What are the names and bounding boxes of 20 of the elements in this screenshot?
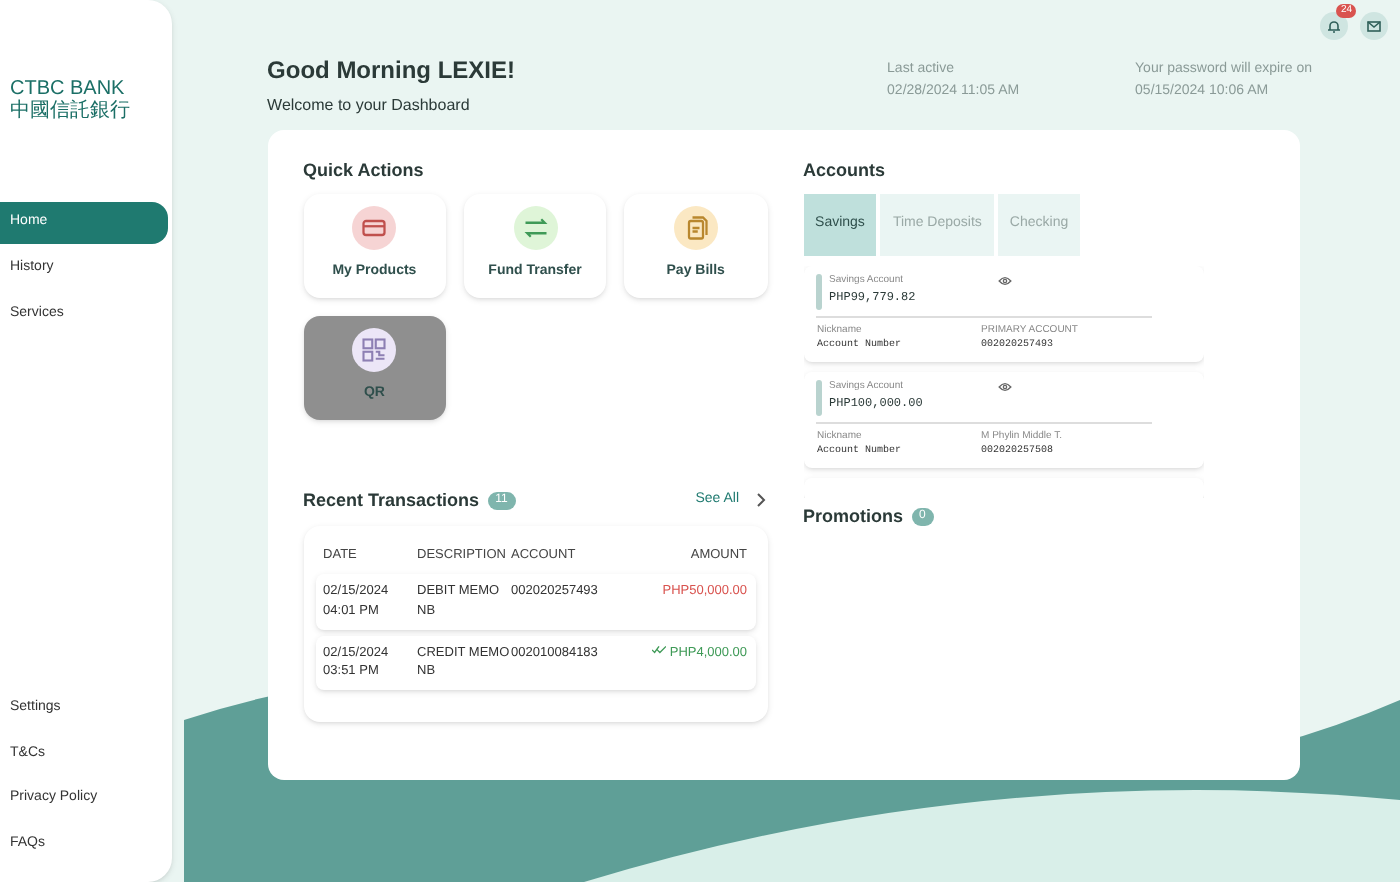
double-check-icon [651,643,666,653]
accent-bar [815,379,822,415]
bell-icon [1326,18,1342,34]
section-title: Accounts [803,158,888,184]
eye-icon[interactable] [997,381,1012,391]
logo-subtext: 中國信託銀行 [10,100,132,125]
welcome-text: Welcome to your Dashboard [267,94,472,118]
eye-icon[interactable] [997,275,1012,285]
transfer-arrows-icon [521,214,550,243]
section-title: Recent Transactions [303,487,480,513]
qr-icon [360,336,389,365]
logo-text: CTBC BANK [10,80,127,100]
chevron-right-icon[interactable] [751,492,768,509]
section-title: Promotions [803,503,904,529]
mail-icon [1366,18,1382,34]
notification-bell-button[interactable] [1320,12,1348,40]
greeting: Good Morning LEXIE! [267,54,518,88]
mail-button[interactable] [1360,12,1388,40]
accent-bar [815,273,822,309]
section-title: Quick Actions [303,158,426,184]
